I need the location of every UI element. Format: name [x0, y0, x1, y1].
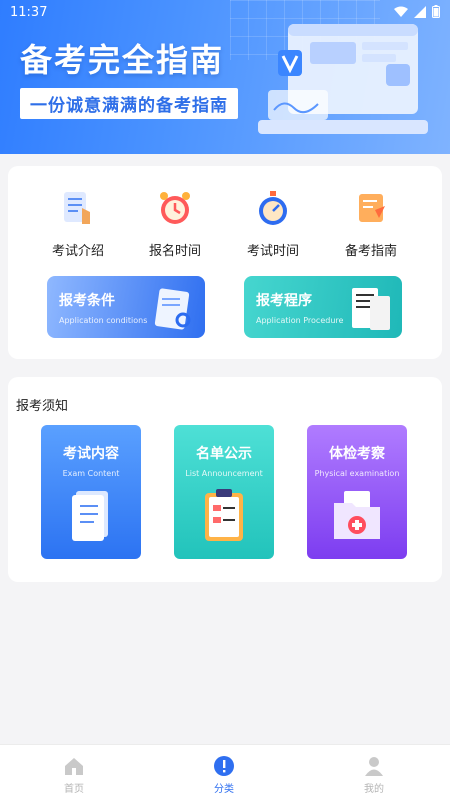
- battery-icon: [432, 5, 440, 18]
- signal-icon: [414, 5, 426, 18]
- banner-title: 备考完全指南: [20, 41, 225, 79]
- tab-profile[interactable]: 我的: [334, 755, 414, 795]
- tile-title: 名单公示: [196, 446, 252, 462]
- tab-label: 我的: [364, 784, 384, 795]
- quick-link-registration-time[interactable]: 报名时间: [135, 186, 215, 259]
- user-icon: [365, 757, 383, 776]
- notebook-icon: [72, 491, 108, 541]
- home-icon: [65, 758, 83, 775]
- pill-title: 报考程序: [256, 293, 312, 309]
- system-icons: [394, 5, 440, 18]
- laptop-illustration-icon: [258, 24, 428, 134]
- tab-home[interactable]: 首页: [34, 755, 114, 795]
- banner-subtitle: 一份诚意满满的备考指南: [20, 88, 238, 119]
- bottom-tab-bar: 首页 分类 我的: [0, 744, 450, 801]
- section-title: 报考须知: [16, 399, 69, 414]
- document-icon: [64, 192, 90, 224]
- pill-title: 报考条件: [59, 293, 115, 309]
- quick-link-label: 备考指南: [344, 244, 397, 259]
- pill-subtitle: Application conditions: [59, 316, 148, 325]
- clipboard-icon: [205, 489, 243, 541]
- quick-link-label: 考试介绍: [51, 244, 104, 259]
- tab-label: 分类: [214, 784, 234, 795]
- medical-folder-icon: [334, 491, 380, 539]
- tile-title: 体检考察: [329, 446, 385, 462]
- quick-link-exam-intro[interactable]: 考试介绍: [38, 186, 118, 259]
- tile-subtitle: Physical examination: [314, 469, 400, 478]
- notice-card: 报考须知 考试内容 Exam Content 名单公示 List Announc…: [8, 377, 442, 582]
- exam-content-tile[interactable]: 考试内容 Exam Content: [41, 425, 141, 559]
- quick-links-card: 考试介绍 报名时间 考试时间 备考指南 报考条件 Application con…: [8, 166, 442, 359]
- pill-subtitle: Application Procedure: [256, 316, 344, 325]
- physical-examination-tile[interactable]: 体检考察 Physical examination: [307, 425, 407, 559]
- tab-category[interactable]: 分类: [184, 755, 264, 795]
- quick-link-label: 报名时间: [148, 244, 201, 259]
- tab-label: 首页: [64, 784, 84, 795]
- document-search-icon: [154, 288, 191, 330]
- application-procedure-button[interactable]: 报考程序 Application Procedure: [244, 276, 402, 338]
- quick-link-label: 考试时间: [246, 244, 299, 259]
- status-bar: 11:37: [0, 0, 450, 26]
- wifi-icon: [394, 6, 408, 17]
- stopwatch-icon: [259, 191, 287, 225]
- quick-link-study-guide[interactable]: 备考指南: [331, 186, 411, 259]
- alarm-clock-icon: [160, 192, 190, 224]
- application-conditions-button[interactable]: 报考条件 Application conditions: [47, 276, 205, 338]
- tile-title: 考试内容: [63, 446, 119, 462]
- category-icon: [214, 756, 234, 776]
- quick-link-exam-time[interactable]: 考试时间: [233, 186, 313, 259]
- list-announcement-tile[interactable]: 名单公示 List Announcement: [174, 425, 274, 559]
- scroll-icon: [359, 194, 385, 222]
- tile-subtitle: Exam Content: [62, 469, 120, 478]
- status-time: 11:37: [10, 5, 48, 20]
- document-stack-icon: [352, 288, 390, 330]
- tile-subtitle: List Announcement: [185, 469, 263, 478]
